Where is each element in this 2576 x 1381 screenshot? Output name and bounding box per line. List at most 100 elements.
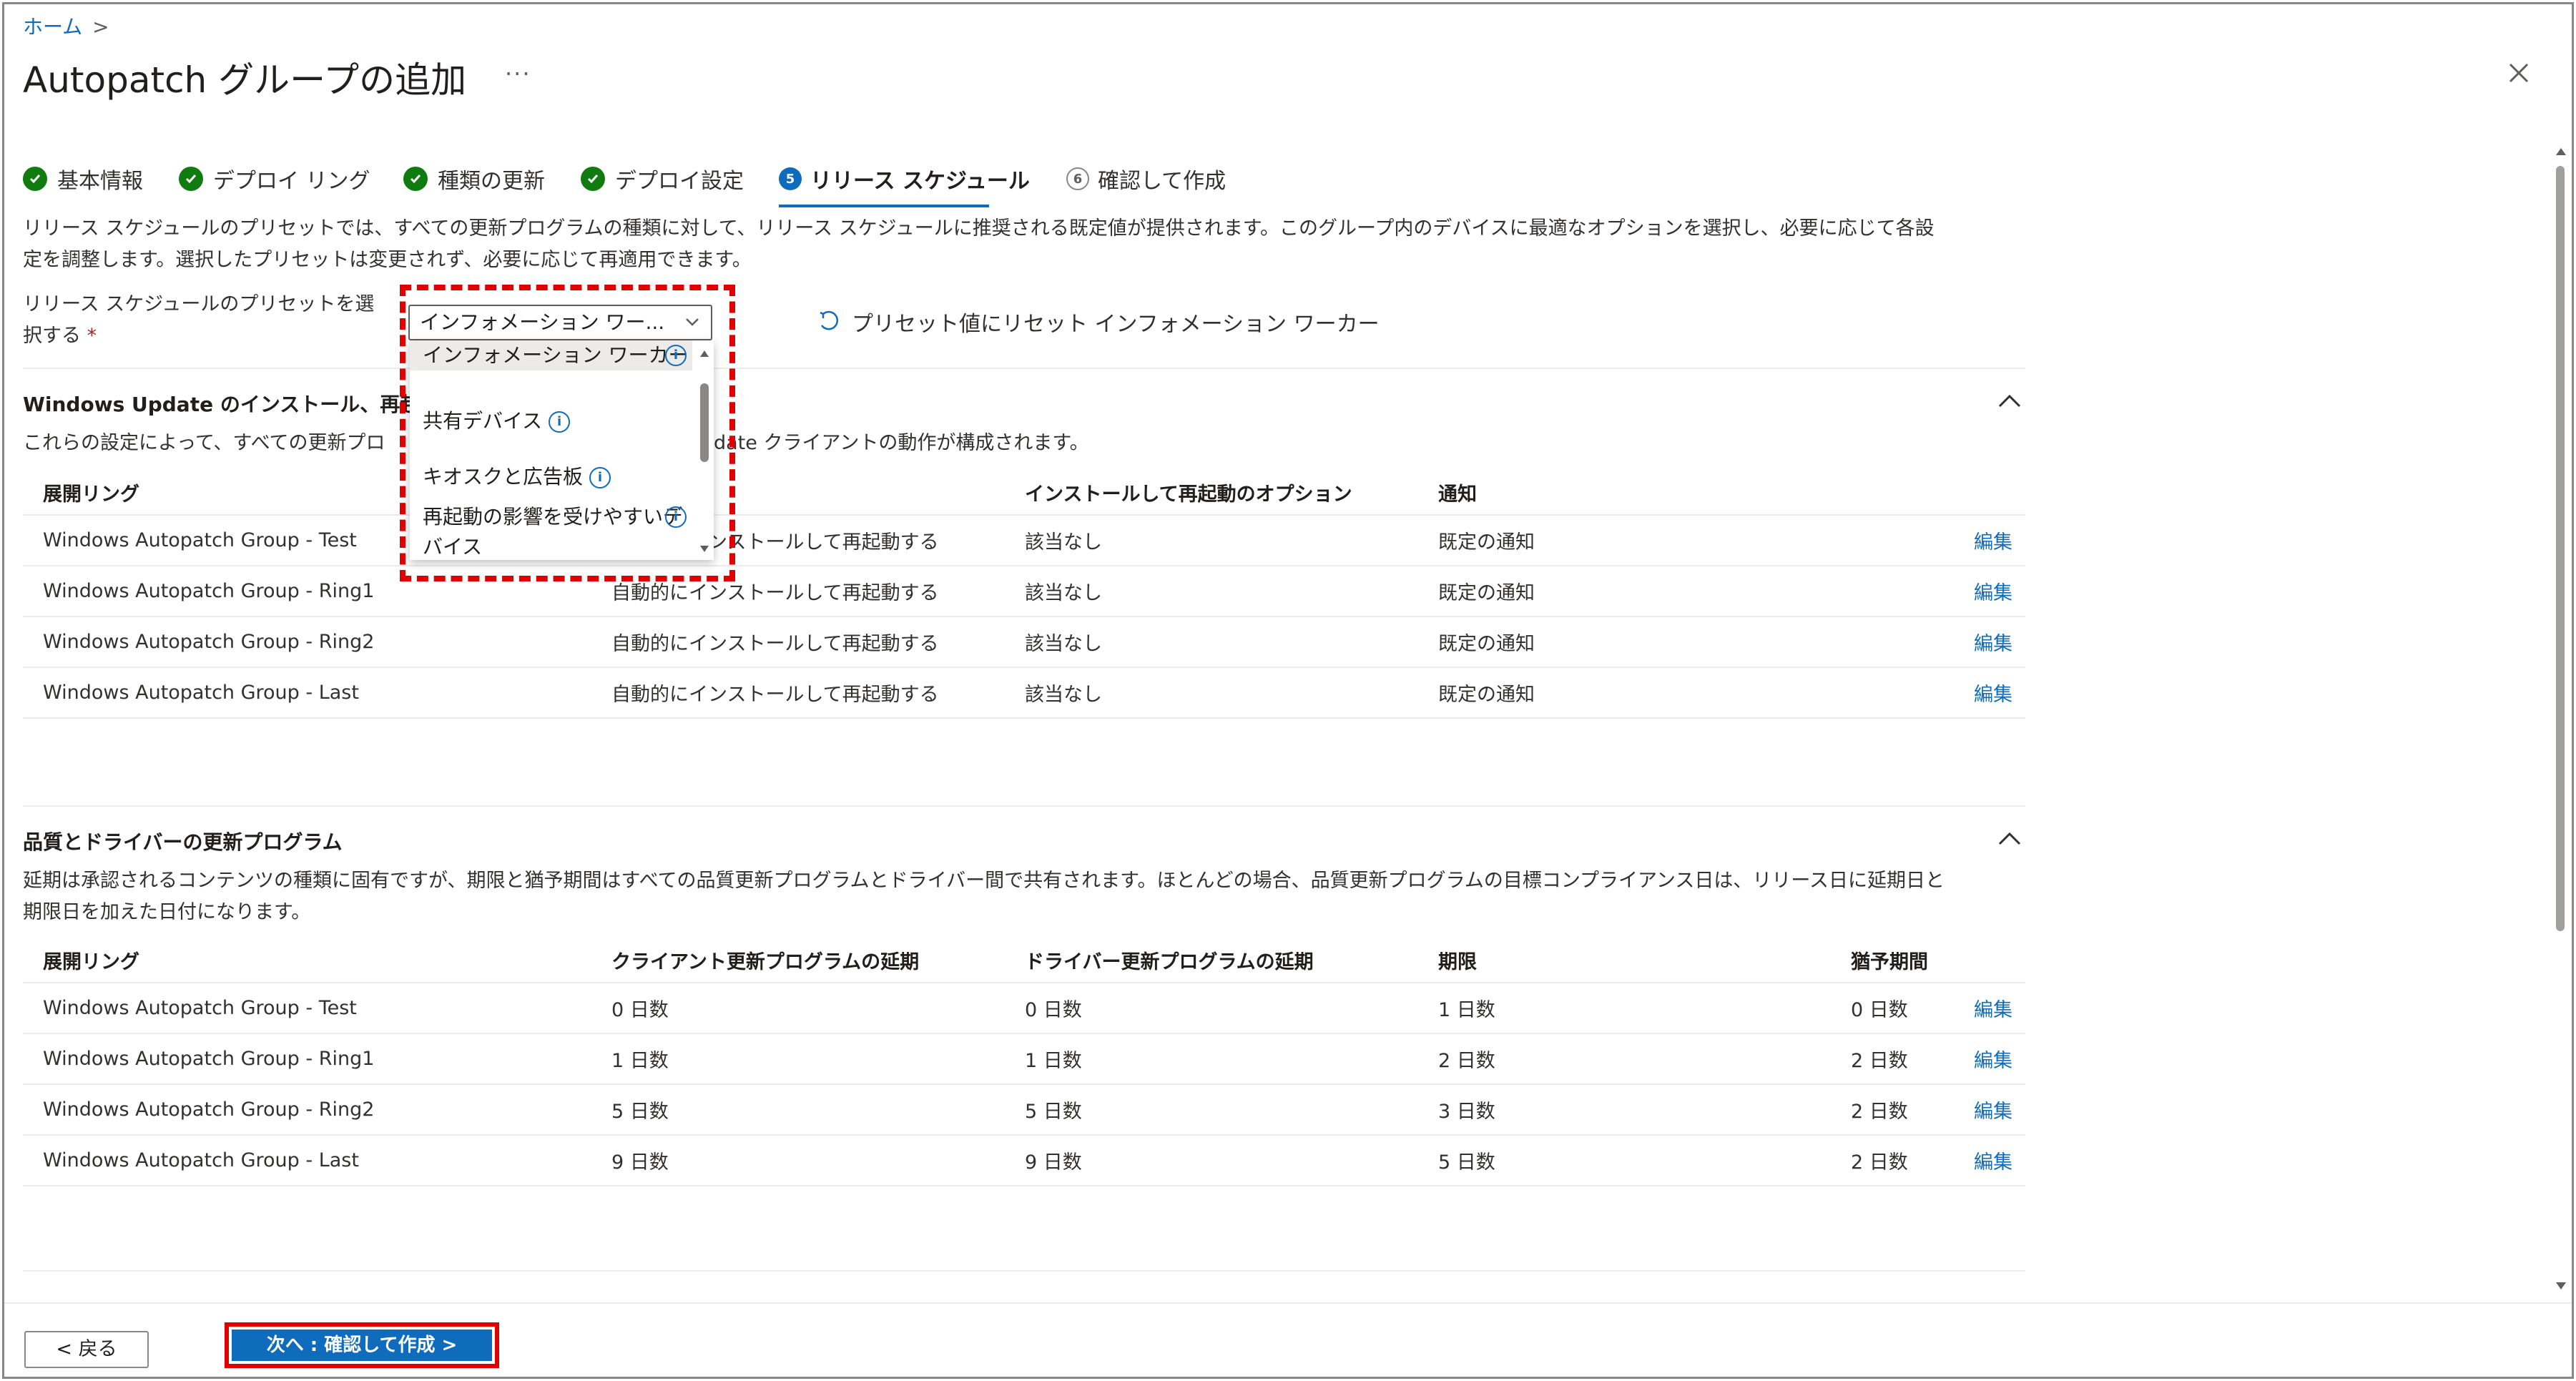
breadcrumb-home-link[interactable]: ホーム xyxy=(23,15,82,39)
scrollbar-thumb[interactable] xyxy=(2556,166,2565,931)
quality-table: 展開リング クライアント更新プログラムの延期 ドライバー更新プログラムの延期 期… xyxy=(23,938,2025,1186)
step-review-create[interactable]: 6 確認して作成 xyxy=(1066,163,1226,195)
windows-update-table: 展開リング 動作 インストールして再起動のオプション 通知 Windows Au… xyxy=(23,471,2025,719)
scroll-down-icon[interactable] xyxy=(2552,1279,2570,1293)
grace-cell: 2 日数 編集 xyxy=(1831,1033,2025,1085)
column-header: ドライバー更新プログラムの延期 xyxy=(1005,938,1418,983)
reset-preset-button[interactable]: プリセット値にリセット インフォメーション ワーカー xyxy=(816,306,1380,338)
client-deferral-cell: 9 日数 xyxy=(591,1135,1005,1186)
driver-deferral-cell: 9 日数 xyxy=(1005,1135,1418,1186)
step-label: デプロイ リング xyxy=(213,169,370,194)
step-label: 基本情報 xyxy=(57,169,143,194)
column-header: 展開リング xyxy=(23,938,591,983)
edit-link[interactable]: 編集 xyxy=(1831,566,2025,617)
step-basics[interactable]: 基本情報 xyxy=(23,163,143,195)
grace-value: 2 日数 xyxy=(1851,1050,1908,1072)
step-deployment-rings[interactable]: デプロイ リング xyxy=(179,163,370,195)
table-row: Windows Autopatch Group - Last 自動的にインストー… xyxy=(23,667,2025,719)
dropdown-highlight-annotation xyxy=(400,285,735,581)
column-header: 期限 xyxy=(1418,938,1831,983)
divider xyxy=(23,368,2025,369)
chevron-up-icon[interactable] xyxy=(1995,390,2024,412)
preset-label-line: リリース スケジュールのプリセットを選 xyxy=(23,293,375,315)
step-release-schedule[interactable]: 5 リリース スケジュール xyxy=(779,163,1030,195)
check-circle-icon xyxy=(581,167,605,191)
column-header: 通知 xyxy=(1418,471,1831,516)
table-row: Windows Autopatch Group - Test 自動的にインストー… xyxy=(23,515,2025,566)
divider xyxy=(23,805,2025,807)
column-header: インストールして再起動のオプション xyxy=(1005,471,1418,516)
check-circle-icon xyxy=(179,167,203,191)
notify-cell: 既定の通知 xyxy=(1418,616,1831,668)
step-label: 種類の更新 xyxy=(438,169,545,194)
client-deferral-cell: 1 日数 xyxy=(591,1033,1005,1085)
driver-deferral-cell: 5 日数 xyxy=(1005,1084,1418,1136)
scroll-up-icon[interactable] xyxy=(2552,144,2570,159)
column-header: 猶予期間 xyxy=(1831,938,2025,983)
reset-icon xyxy=(820,310,838,330)
windows-update-description-right: date クライアントの動作が構成されます。 xyxy=(714,428,1089,459)
step-label: デプロイ設定 xyxy=(615,169,744,194)
action-cell: 自動的にインストールして再起動する xyxy=(591,616,1005,668)
add-autopatch-group-panel: ホーム > Autopatch グループの追加 ··· 基本情報 デプロイ リング… xyxy=(2,2,2574,1379)
grace-value: 2 日数 xyxy=(1851,1101,1908,1123)
step-update-types[interactable]: 種類の更新 xyxy=(403,163,545,195)
preset-label-line: 択する xyxy=(23,325,81,347)
client-deferral-cell: 5 日数 xyxy=(591,1084,1005,1136)
description-line: リリース スケジュールのプリセットでは、すべての更新プログラムの種類に対して、リ… xyxy=(23,217,1935,240)
ring-cell: Windows Autopatch Group - Test xyxy=(23,983,591,1034)
table-row: Windows Autopatch Group - Ring2 自動的にインスト… xyxy=(23,616,2025,668)
table-header-row: 展開リング クライアント更新プログラムの延期 ドライバー更新プログラムの延期 期… xyxy=(23,938,2025,983)
ring-cell: Windows Autopatch Group - Ring2 xyxy=(23,616,591,668)
action-cell: 自動的にインストールして再起動する xyxy=(591,667,1005,719)
preset-description: リリース スケジュールのプリセットでは、すべての更新プログラムの種類に対して、リ… xyxy=(23,213,1935,276)
page-scrollbar[interactable] xyxy=(2552,144,2570,1293)
reset-preset-label: プリセット値にリセット インフォメーション ワーカー xyxy=(852,312,1380,337)
edit-link[interactable]: 編集 xyxy=(1974,1045,2025,1073)
more-options-icon[interactable]: ··· xyxy=(505,60,531,87)
active-step-underline xyxy=(779,205,989,207)
description-line: 延期は承認されるコンテンツの種類に固有ですが、期限と猶予期間はすべての品質更新プ… xyxy=(23,870,1945,892)
back-button[interactable]: < 戻る xyxy=(24,1331,149,1368)
table-row: Windows Autopatch Group - Ring2 5 日数 5 日… xyxy=(23,1084,2025,1136)
windows-update-section-title: Windows Update のインストール、再起動 xyxy=(23,393,441,416)
option-cell: 該当なし xyxy=(1005,515,1418,566)
description-line: 期限日を加えた日付になります。 xyxy=(23,901,311,923)
table-row: Windows Autopatch Group - Ring1 自動的にインスト… xyxy=(23,566,2025,617)
table-header-row: 展開リング 動作 インストールして再起動のオプション 通知 xyxy=(23,471,2025,516)
step-label: リリース スケジュール xyxy=(810,169,1030,194)
edit-link[interactable]: 編集 xyxy=(1974,1096,2025,1124)
required-mark: * xyxy=(87,325,97,347)
edit-link[interactable]: 編集 xyxy=(1831,616,2025,668)
divider xyxy=(23,1270,2025,1272)
grace-cell: 0 日数 編集 xyxy=(1831,983,2025,1034)
edit-link[interactable]: 編集 xyxy=(1974,1146,2025,1174)
notify-cell: 既定の通知 xyxy=(1418,566,1831,617)
edit-link[interactable]: 編集 xyxy=(1831,515,2025,566)
step-deployment-settings[interactable]: デプロイ設定 xyxy=(581,163,744,195)
breadcrumb: ホーム > xyxy=(23,11,109,40)
table-row: Windows Autopatch Group - Last 9 日数 9 日数… xyxy=(23,1135,2025,1186)
notify-cell: 既定の通知 xyxy=(1418,515,1831,566)
grace-cell: 2 日数 編集 xyxy=(1831,1135,2025,1186)
breadcrumb-separator: > xyxy=(92,15,109,39)
description-line: 定を調整します。選択したプリセットは変更されず、必要に応じて再適用できます。 xyxy=(23,249,752,271)
grace-value: 2 日数 xyxy=(1851,1151,1908,1174)
notify-cell: 既定の通知 xyxy=(1418,667,1831,719)
ring-cell: Windows Autopatch Group - Ring1 xyxy=(23,1033,591,1085)
edit-link[interactable]: 編集 xyxy=(1831,667,2025,719)
column-header-empty xyxy=(1831,471,2025,516)
edit-link[interactable]: 編集 xyxy=(1974,994,2025,1022)
chevron-up-icon[interactable] xyxy=(1995,828,2024,850)
column-header: クライアント更新プログラムの延期 xyxy=(591,938,1005,983)
close-icon[interactable] xyxy=(2504,59,2533,87)
ring-cell: Windows Autopatch Group - Ring2 xyxy=(23,1084,591,1136)
deadline-cell: 5 日数 xyxy=(1418,1135,1831,1186)
ring-cell: Windows Autopatch Group - Last xyxy=(23,1135,591,1186)
quality-section-title: 品質とドライバーの更新プログラム xyxy=(23,830,343,854)
next-review-create-button[interactable]: 次へ : 確認して作成 > xyxy=(232,1330,492,1361)
page-title: Autopatch グループの追加 xyxy=(23,59,467,101)
ring-cell: Windows Autopatch Group - Last xyxy=(23,667,591,719)
client-deferral-cell: 0 日数 xyxy=(591,983,1005,1034)
step-label: 確認して作成 xyxy=(1098,169,1226,194)
